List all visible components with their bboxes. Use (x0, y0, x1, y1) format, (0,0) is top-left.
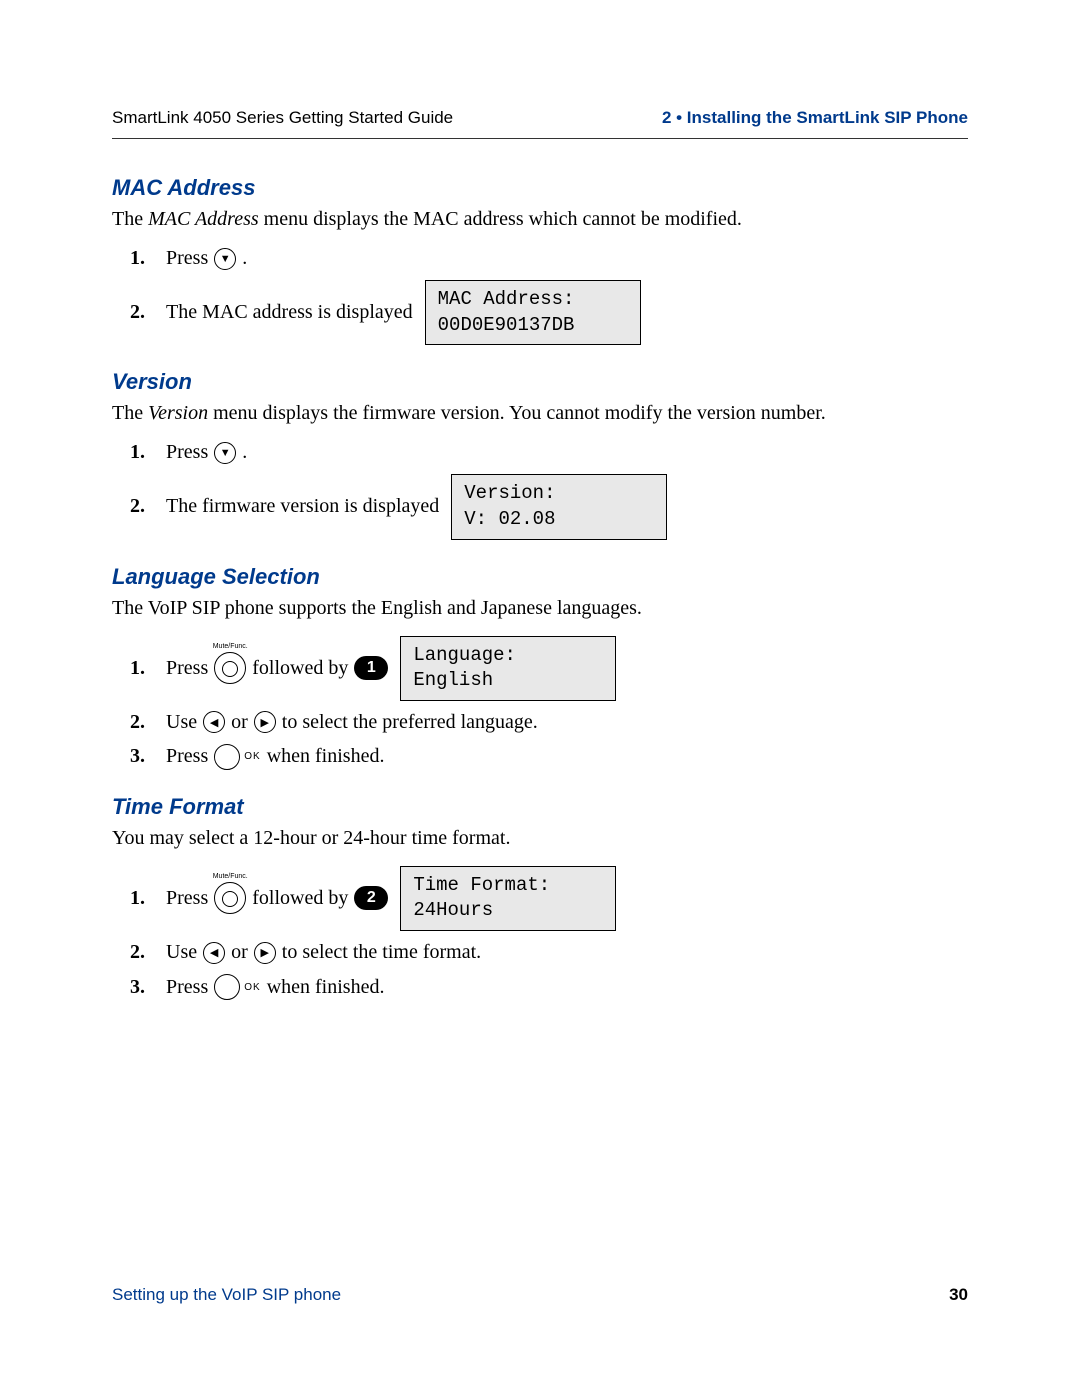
section-title-version: Version (112, 369, 968, 395)
section-title-time-format: Time Format (112, 794, 968, 820)
time-intro: You may select a 12-hour or 24-hour time… (112, 824, 968, 852)
section-title-mac-address: MAC Address (112, 175, 968, 201)
language-step-1: 1. Press Mute/Func. followed by 1 Langua… (130, 636, 968, 701)
header-chapter-title: 2 • Installing the SmartLink SIP Phone (662, 108, 968, 128)
time-step-3: 3. Press OK when finished. (130, 974, 968, 1000)
footer-section-name: Setting up the VoIP SIP phone (112, 1285, 341, 1305)
lcd-time-format: Time Format: 24Hours (400, 866, 616, 931)
down-arrow-icon: ▼ (214, 248, 236, 270)
ok-button-icon: OK (214, 744, 260, 770)
page-footer: Setting up the VoIP SIP phone 30 (112, 1285, 968, 1305)
right-arrow-icon: ▶ (254, 942, 276, 964)
keypad-2-icon: 2 (354, 886, 388, 910)
left-arrow-icon: ◀ (203, 711, 225, 733)
lcd-language: Language: English (400, 636, 616, 701)
mac-steps: 1. Press ▼ . 2. The MAC address is displ… (130, 247, 968, 345)
down-arrow-icon: ▼ (214, 442, 236, 464)
page-header: SmartLink 4050 Series Getting Started Gu… (112, 108, 968, 128)
version-steps: 1. Press ▼ . 2. The firmware version is … (130, 441, 968, 539)
ok-button-icon: OK (214, 974, 260, 1000)
section-title-language: Language Selection (112, 564, 968, 590)
language-step-3: 3. Press OK when finished. (130, 744, 968, 770)
time-steps: 1. Press Mute/Func. followed by 2 Time F… (130, 866, 968, 1000)
footer-page-number: 30 (949, 1285, 968, 1305)
mute-func-button-icon: Mute/Func. (214, 882, 246, 914)
keypad-1-icon: 1 (354, 656, 388, 680)
mac-step-2: 2. The MAC address is displayed MAC Addr… (130, 280, 968, 345)
left-arrow-icon: ◀ (203, 942, 225, 964)
mac-step-1: 1. Press ▼ . (130, 247, 968, 270)
language-steps: 1. Press Mute/Func. followed by 1 Langua… (130, 636, 968, 770)
header-guide-title: SmartLink 4050 Series Getting Started Gu… (112, 108, 453, 128)
mute-func-button-icon: Mute/Func. (214, 652, 246, 684)
lcd-version: Version: V: 02.08 (451, 474, 667, 539)
mac-intro: The MAC Address menu displays the MAC ad… (112, 205, 968, 233)
document-page: SmartLink 4050 Series Getting Started Gu… (0, 0, 1080, 1397)
time-step-1: 1. Press Mute/Func. followed by 2 Time F… (130, 866, 968, 931)
right-arrow-icon: ▶ (254, 711, 276, 733)
time-step-2: 2. Use ◀ or ▶ to select the time format. (130, 941, 968, 964)
version-step-2: 2. The firmware version is displayed Ver… (130, 474, 968, 539)
header-rule (112, 138, 968, 139)
language-intro: The VoIP SIP phone supports the English … (112, 594, 968, 622)
version-step-1: 1. Press ▼ . (130, 441, 968, 464)
lcd-mac-address: MAC Address: 00D0E90137DB (425, 280, 641, 345)
version-intro: The Version menu displays the firmware v… (112, 399, 968, 427)
language-step-2: 2. Use ◀ or ▶ to select the preferred la… (130, 711, 968, 734)
